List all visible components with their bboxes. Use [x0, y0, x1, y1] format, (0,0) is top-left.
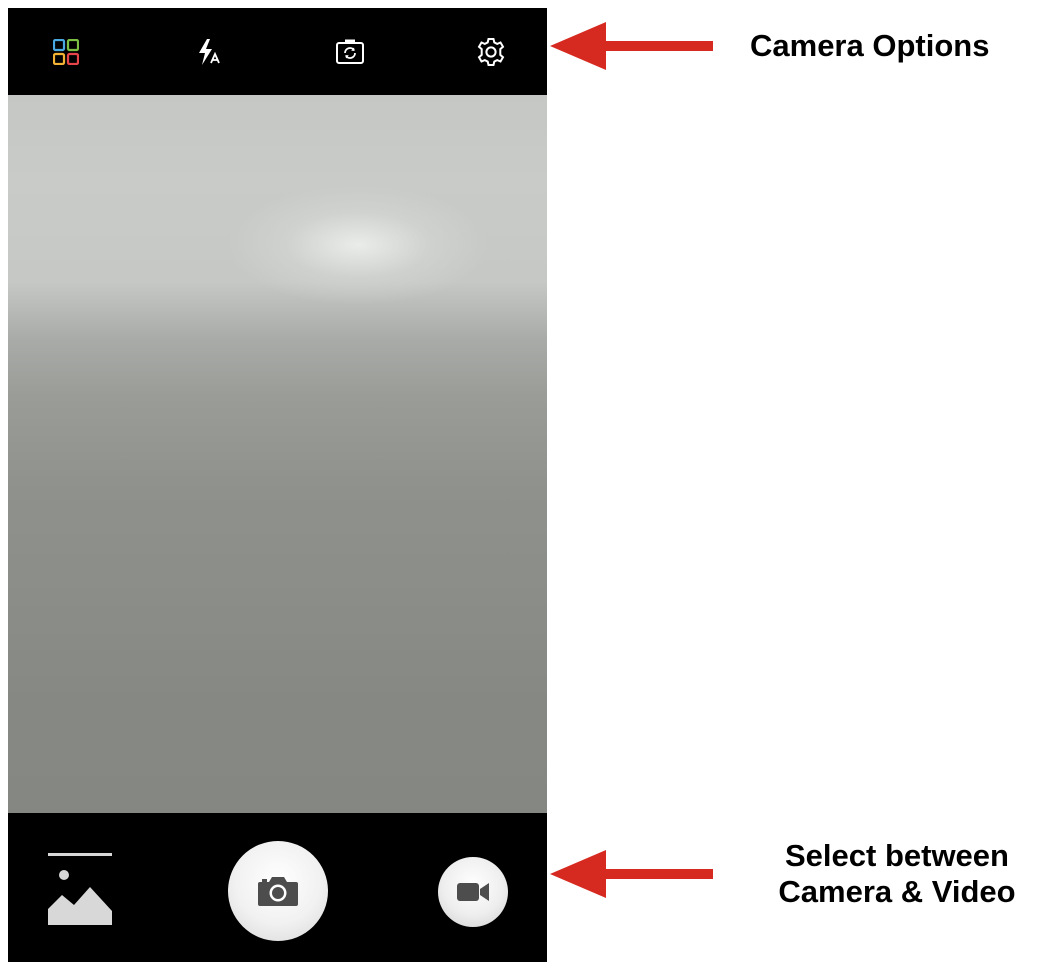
- flash-auto-icon: [199, 39, 220, 65]
- video-mode-button[interactable]: [438, 857, 508, 927]
- select-label-line2: Camera & Video: [778, 874, 1016, 909]
- settings-gear-icon: [477, 38, 505, 66]
- camera-options-arrow: [550, 22, 713, 70]
- capture-bar: [8, 813, 547, 962]
- switch-camera-button[interactable]: [330, 32, 370, 72]
- switch-camera-icon: [336, 39, 364, 64]
- flash-button[interactable]: [188, 32, 228, 72]
- camera-icon: [258, 877, 298, 906]
- camera-video-arrow: [550, 850, 713, 898]
- select-label-line1: Select between: [785, 838, 1009, 873]
- camera-shutter-button[interactable]: [228, 841, 328, 941]
- select-camera-video-label: Select between Camera & Video: [744, 838, 1050, 910]
- camera-viewfinder[interactable]: [8, 95, 547, 813]
- mode-grid-button[interactable]: [46, 32, 86, 72]
- settings-button[interactable]: [471, 32, 511, 72]
- camera-options-label: Camera Options: [750, 28, 990, 63]
- mode-grid-icon: [53, 39, 79, 65]
- gallery-icon: [48, 853, 112, 925]
- video-camera-icon: [457, 883, 489, 901]
- camera-options-bar: [8, 8, 547, 95]
- gallery-button[interactable]: [46, 853, 114, 925]
- camera-app-screen: [8, 8, 547, 962]
